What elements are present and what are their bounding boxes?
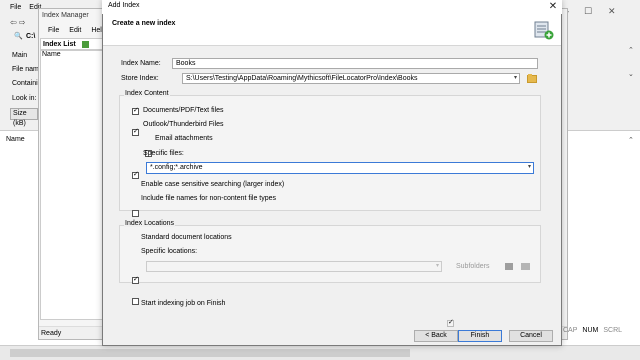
index-manager-menubar: File Edit Help: [40, 25, 106, 37]
database-add-icon: [534, 20, 554, 40]
remove-location-icon[interactable]: [521, 263, 530, 270]
index-locations-title: Index Locations: [124, 220, 176, 227]
left-tab-main[interactable]: Main: [12, 52, 27, 59]
scroll-up-icon[interactable]: ⌃: [628, 136, 634, 144]
dialog-heading: Create a new index: [112, 20, 176, 27]
main-menubar: File Edit: [0, 4, 41, 16]
specific-files-value: *.config;*.archive: [150, 164, 203, 171]
dialog-close-icon[interactable]: ✕: [546, 0, 560, 13]
close-icon[interactable]: ✕: [608, 6, 616, 17]
store-index-value: S:\Users\Testing\AppData\Roaming\Mythics…: [186, 75, 418, 82]
documents-label: Documents/PDF/Text files: [143, 107, 224, 114]
maximize-icon[interactable]: ☐: [584, 6, 592, 17]
email-attachments-label: Email attachments: [155, 135, 213, 142]
back-forward-icon[interactable]: ⇦ ⇨: [10, 18, 26, 27]
main-window-controls[interactable]: — ☐ ✕: [560, 6, 640, 20]
documents-checkbox[interactable]: [132, 106, 139, 115]
specific-locations-checkbox[interactable]: [132, 298, 139, 305]
main-name-column[interactable]: Name: [6, 136, 25, 143]
specific-files-checkbox[interactable]: [132, 170, 139, 179]
index-list-title: Index List: [43, 41, 76, 48]
outlook-label: Outlook/Thunderbird Files: [143, 121, 224, 128]
index-list-header: Index List: [40, 38, 110, 50]
case-sensitive-checkbox[interactable]: [132, 210, 139, 217]
store-index-combo[interactable]: S:\Users\Testing\AppData\Roaming\Mythics…: [182, 73, 520, 84]
back-button[interactable]: < Back: [414, 330, 458, 342]
specific-locations-label: Specific locations:: [141, 248, 198, 255]
specific-files-combo[interactable]: *.config;*.archive ▾: [146, 162, 534, 174]
add-location-icon[interactable]: [505, 263, 513, 270]
caps-indicator: CAP: [563, 327, 578, 334]
chevron-down-icon[interactable]: ▾: [514, 74, 517, 83]
include-names-label: Include file names for non-content file …: [141, 195, 277, 202]
outlook-checkbox[interactable]: [132, 127, 139, 136]
index-name-input[interactable]: Books: [172, 58, 538, 69]
start-indexing-label: Start indexing job on Finish: [141, 300, 226, 307]
num-indicator: NUM: [582, 327, 599, 334]
index-content-title: Index Content: [124, 90, 170, 97]
chevron-up-icon[interactable]: ⌃: [628, 46, 634, 54]
add-index-icon[interactable]: [81, 40, 89, 48]
left-label-lookin: Look in:: [12, 95, 37, 102]
chevron-down-icon[interactable]: ⌄: [628, 70, 634, 78]
im-menu-edit[interactable]: Edit: [69, 25, 81, 37]
size-filter-box[interactable]: Size (kB): [10, 108, 38, 127]
keyboard-status: CAP NUM SCRL: [562, 327, 623, 334]
index-manager-title: Index Manager: [42, 12, 89, 19]
standard-locations-checkbox[interactable]: [132, 275, 139, 284]
main-horizontal-scrollbar[interactable]: [10, 349, 410, 357]
scrl-indicator: SCRL: [603, 327, 623, 334]
case-sensitive-label: Enable case sensitive searching (larger …: [141, 181, 285, 188]
cancel-button[interactable]: Cancel: [509, 330, 553, 342]
browse-folder-icon[interactable]: [527, 74, 537, 83]
chevron-down-icon[interactable]: ▾: [528, 163, 531, 172]
standard-locations-label: Standard document locations: [141, 234, 232, 241]
finish-button[interactable]: Finish: [458, 330, 502, 342]
search-icon[interactable]: 🔍: [14, 32, 23, 40]
main-menu-file[interactable]: File: [10, 4, 21, 16]
dialog-titlebar: [102, 0, 562, 14]
specific-files-label: Specific files:: [143, 150, 184, 157]
main-path: C:\: [26, 33, 36, 40]
index-name-label: Index Name:: [121, 60, 161, 67]
index-list-area[interactable]: [40, 50, 104, 320]
chevron-down-icon[interactable]: ▾: [436, 262, 439, 271]
store-index-label: Store Index:: [121, 75, 159, 82]
index-name-column[interactable]: Name: [42, 51, 61, 58]
subfolders-checkbox[interactable]: [447, 318, 454, 327]
dialog-header: [103, 14, 561, 46]
subfolders-label: Subfolders: [456, 263, 490, 270]
im-menu-file[interactable]: File: [48, 25, 59, 37]
specific-locations-combo[interactable]: ▾: [146, 261, 442, 272]
dialog-title: Add Index: [108, 2, 140, 9]
